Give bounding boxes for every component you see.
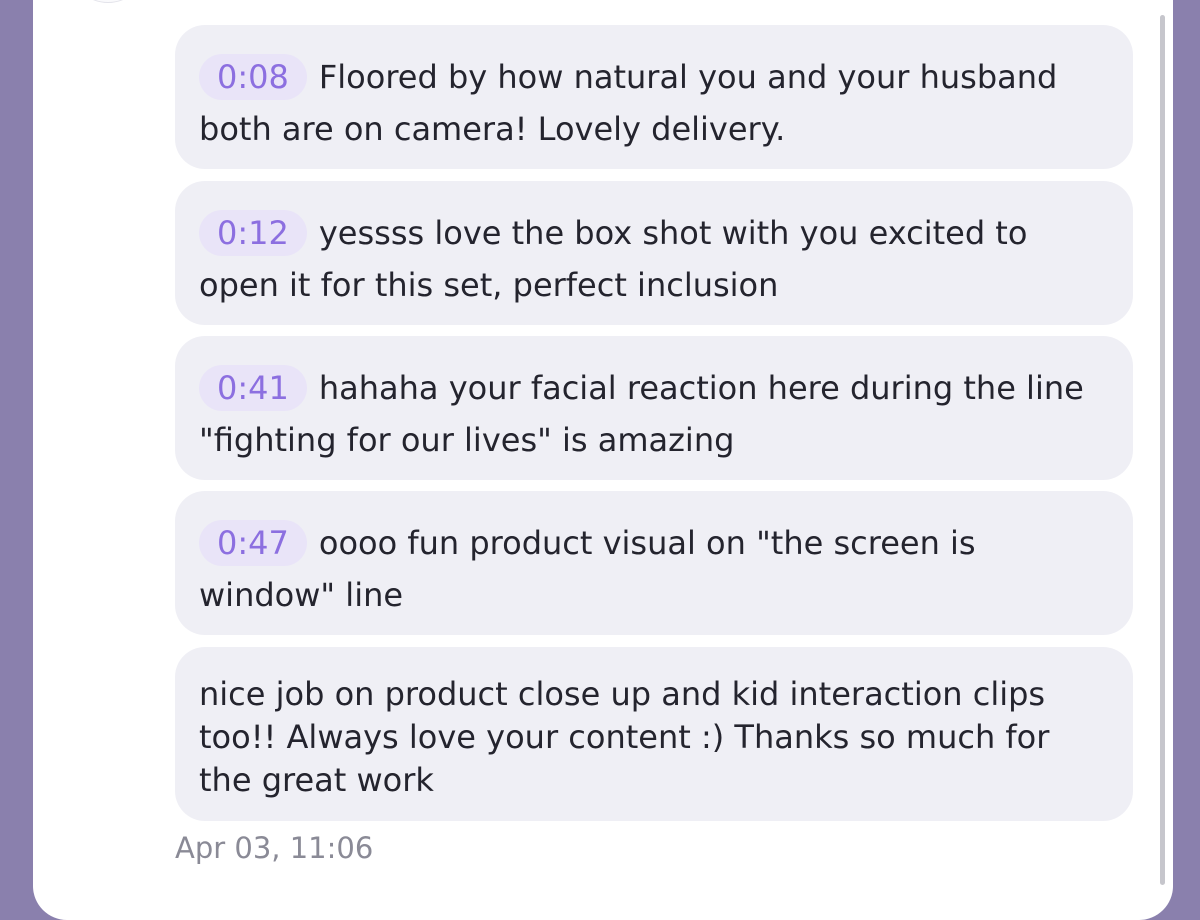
comment-bubble: 0:08 Floored by how natural you and your …: [175, 25, 1133, 169]
scrollbar[interactable]: [1153, 0, 1173, 920]
comment-bubble: 0:12 yessss love the box shot with you ex…: [175, 181, 1133, 325]
avatar[interactable]: H: [69, 0, 147, 3]
comment-text: hahaha your facial reaction here during …: [199, 369, 1084, 459]
comment-text: oooo fun product visual on "the screen i…: [199, 524, 976, 614]
comment-bubble: 0:47 oooo fun product visual on "the scre…: [175, 491, 1133, 635]
comment-text: Floored by how natural you and your husb…: [199, 58, 1058, 148]
timestamp-link[interactable]: 0:47: [199, 520, 307, 566]
timestamp-link[interactable]: 0:08: [199, 54, 307, 100]
timestamp-link[interactable]: 0:41: [199, 365, 307, 411]
comment-bubble: 0:41 hahaha your facial reaction here dur…: [175, 336, 1133, 480]
comment-bubble: nice job on product close up and kid int…: [175, 647, 1133, 821]
comment-date: Apr 03, 11:06: [175, 831, 374, 865]
comment-panel: H y 0:08Floored by how natural you and y…: [33, 0, 1173, 920]
timestamp-link[interactable]: 0:12: [199, 210, 307, 256]
comment-text: nice job on product close up and kid int…: [199, 675, 1050, 799]
scrollbar-thumb[interactable]: [1160, 15, 1165, 885]
comment-text: yessss love the box shot with you excite…: [199, 214, 1028, 304]
